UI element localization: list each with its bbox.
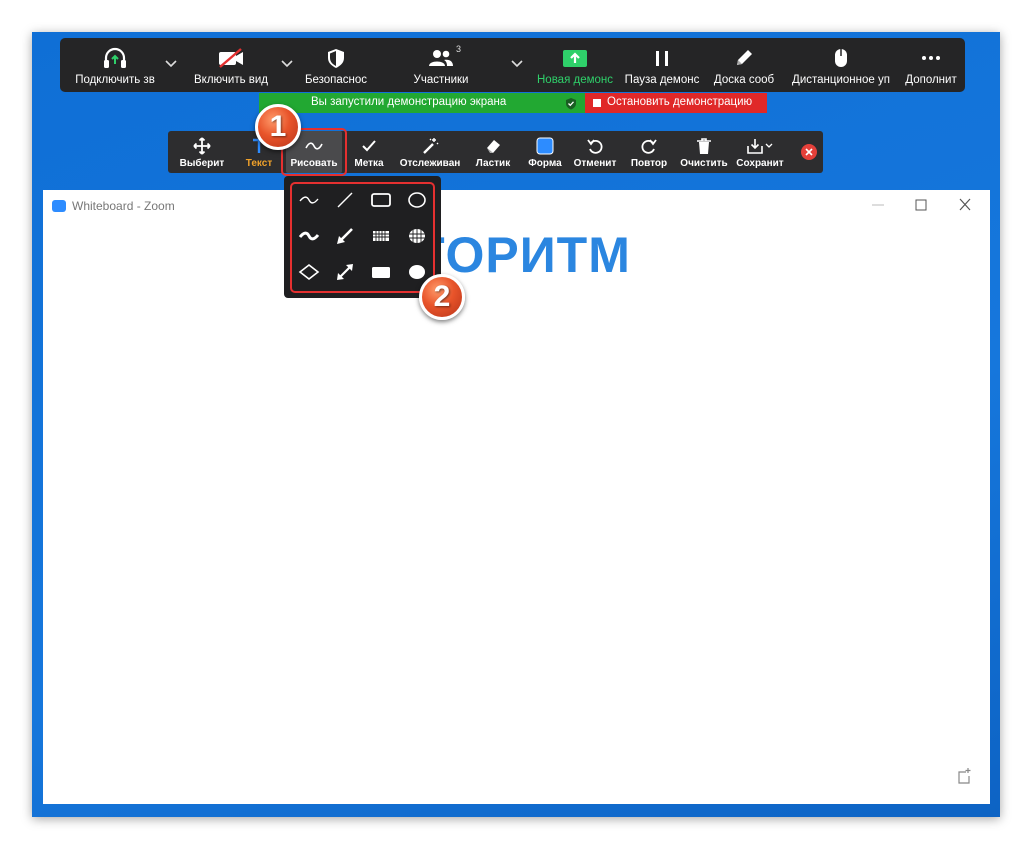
zoom-logo-icon — [52, 200, 66, 212]
remote-control-button[interactable]: Дистанционное уп — [790, 38, 892, 92]
trash-icon — [697, 138, 711, 154]
expand-corner-icon[interactable] — [954, 766, 974, 786]
undo-icon — [587, 139, 603, 154]
undo-button[interactable]: Отменит — [570, 131, 620, 173]
join-audio-button[interactable]: Подключить зв — [66, 38, 164, 92]
close-toolbar-icon[interactable] — [800, 143, 818, 161]
more-icon — [922, 56, 940, 60]
eraser-icon — [487, 140, 500, 153]
text-tool-label: Текст — [245, 158, 273, 169]
minimize-icon[interactable] — [868, 198, 888, 212]
meeting-control-bar: Подключить зв Включить вид Безопаснос 3 … — [60, 38, 965, 92]
magic-wand-icon — [423, 138, 439, 154]
whiteboard-window[interactable]: Whiteboard - Zoom АЛГОРИТМ — [43, 190, 990, 804]
spotlight-tool-label: Отслеживан — [399, 158, 461, 169]
select-tool-button[interactable]: Выберит — [174, 131, 230, 173]
eraser-tool-button[interactable]: Ластик — [468, 131, 518, 173]
checkmark-icon — [362, 140, 376, 152]
chevron-up-icon[interactable] — [510, 58, 524, 68]
chevron-up-icon[interactable] — [164, 58, 178, 68]
participants-label: Участники — [413, 74, 469, 86]
whiteboard-label: Доска сооб — [713, 74, 775, 86]
move-icon — [193, 137, 211, 155]
redo-icon — [641, 139, 657, 154]
eraser-tool-label: Ластик — [475, 158, 511, 169]
close-icon[interactable] — [955, 196, 975, 214]
select-tool-label: Выберит — [179, 158, 225, 169]
redo-label: Повтор — [630, 158, 668, 169]
save-label: Сохранит — [736, 158, 784, 169]
shield-check-icon — [566, 98, 576, 110]
new-share-button[interactable]: Новая демонс — [534, 38, 616, 92]
save-icon — [747, 139, 773, 154]
more-label: Дополнит — [905, 74, 957, 86]
pencil-icon — [737, 50, 752, 65]
step-marker-2-number: 2 — [433, 280, 451, 313]
step-marker-2: 2 — [419, 274, 465, 320]
mouse-icon — [835, 49, 847, 67]
redo-button[interactable]: Повтор — [624, 131, 674, 173]
save-button[interactable]: Сохранит — [732, 131, 788, 173]
share-screen-icon — [563, 50, 587, 67]
stamp-tool-button[interactable]: Метка — [346, 131, 392, 173]
participants-icon — [429, 50, 453, 66]
chevron-up-icon[interactable] — [280, 58, 294, 68]
pause-icon — [656, 51, 668, 66]
step-marker-1: 1 — [255, 104, 301, 150]
sharing-status-text: Вы запустили демонстрацию экрана — [311, 96, 507, 108]
stop-icon — [593, 99, 601, 107]
format-tool-button[interactable]: Форма — [520, 131, 570, 173]
window-title: Whiteboard - Zoom — [72, 199, 175, 213]
stop-share-label: Остановить демонстрацию — [607, 96, 753, 108]
draw-menu-highlight — [290, 182, 435, 293]
stamp-tool-label: Метка — [354, 158, 384, 169]
participants-button[interactable]: 3 Участники — [400, 38, 482, 92]
security-label: Безопаснос — [304, 74, 368, 86]
pause-share-label: Пауза демонс — [624, 74, 700, 86]
participants-count-badge: 3 — [456, 44, 462, 54]
step-marker-1-number: 1 — [269, 110, 287, 143]
format-color-icon — [536, 137, 554, 155]
security-button[interactable]: Безопаснос — [300, 38, 372, 92]
new-share-label: Новая демонс — [536, 74, 614, 86]
undo-label: Отменит — [573, 158, 617, 169]
join-audio-label: Подключить зв — [75, 74, 155, 86]
remote-control-label: Дистанционное уп — [792, 74, 890, 86]
format-tool-label: Форма — [528, 158, 562, 169]
maximize-icon[interactable] — [911, 196, 931, 214]
video-off-icon — [219, 48, 243, 68]
start-video-button[interactable]: Включить вид — [182, 38, 280, 92]
stop-share-button[interactable]: Остановить демонстрацию — [585, 93, 767, 113]
clear-label: Очистить — [680, 158, 728, 169]
more-button[interactable]: Дополнит — [900, 38, 962, 92]
clear-button[interactable]: Очистить — [676, 131, 732, 173]
whiteboard-button[interactable]: Доска сооб — [708, 38, 780, 92]
pause-share-button[interactable]: Пауза демонс — [622, 38, 702, 92]
headphones-icon — [104, 47, 126, 68]
sharing-status-banner: Вы запустили демонстрацию экрана — [259, 93, 585, 113]
start-video-label: Включить вид — [193, 74, 269, 86]
shield-icon — [328, 49, 344, 68]
spotlight-tool-button[interactable]: Отслеживан — [398, 131, 462, 173]
